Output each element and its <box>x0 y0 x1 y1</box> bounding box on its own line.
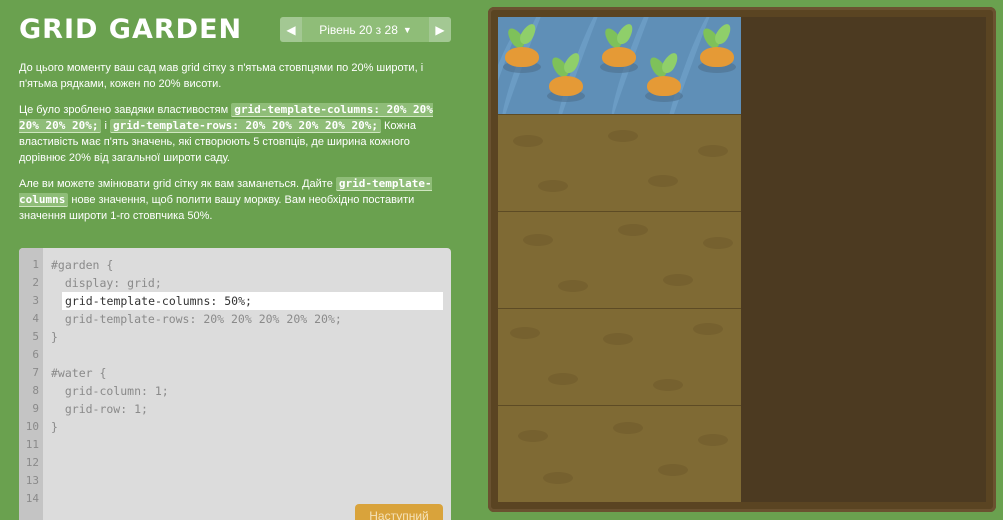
line-number: 6 <box>32 348 39 361</box>
code-snippet-rows: grid-template-rows: 20% 20% 20% 20% 20%; <box>110 119 381 133</box>
line-number: 9 <box>32 402 39 415</box>
code-text: #water { <box>51 366 107 380</box>
line-number: 1 <box>32 258 39 271</box>
editor-line: 13 <box>19 472 451 490</box>
editor-line: 10} <box>19 418 451 436</box>
line-number: 4 <box>32 312 39 325</box>
line-number: 12 <box>25 456 39 469</box>
editor-line: 9 grid-row: 1; <box>19 400 451 418</box>
editor-line: 8 grid-column: 1; <box>19 382 451 400</box>
line-number: 13 <box>25 474 39 487</box>
editor-line: 6 <box>19 346 451 364</box>
instruction-paragraph-2: Це було зроблено завдяки властивостям gr… <box>19 102 449 166</box>
next-level-arrow-icon[interactable]: ▶ <box>429 17 451 42</box>
soil-tile <box>498 405 741 502</box>
editor-line: 12 <box>19 454 451 472</box>
carrot-icon <box>697 21 737 81</box>
level-label: Рівень 20 з 28 <box>319 22 398 37</box>
code-text: display: grid; <box>51 276 162 290</box>
app-title: GRID GARDEN <box>19 14 243 45</box>
editor-line: 2 display: grid; <box>19 274 451 292</box>
editor-line: 4 grid-template-rows: 20% 20% 20% 20% 20… <box>19 310 451 328</box>
caret-down-icon: ▼ <box>402 24 412 35</box>
line-number: 14 <box>25 492 39 505</box>
editor-line: 3 grid-template-columns: 50%; <box>19 292 451 310</box>
instruction-paragraph-3: Але ви можете змінювати grid сітку як ва… <box>19 176 449 224</box>
carrot-icon <box>502 21 542 81</box>
instruction-text: і <box>101 120 111 132</box>
css-editor: 1 #garden { 2 display: grid; 3 grid-template… <box>19 248 451 520</box>
line-number: 5 <box>32 330 39 343</box>
code-text: grid-column: 1; <box>51 384 169 398</box>
code-text: } <box>51 330 58 344</box>
code-text: grid-row: 1; <box>51 402 148 416</box>
garden-frame <box>488 7 996 512</box>
css-input-field[interactable]: grid-template-columns: 50%; <box>62 292 443 310</box>
code-text: grid-template-rows: 20% 20% 20% 20% 20%; <box>51 312 342 326</box>
line-number: 11 <box>25 438 39 451</box>
soil-tile <box>498 308 741 405</box>
line-number: 2 <box>32 276 39 289</box>
soil-tile <box>498 211 741 308</box>
line-number: 8 <box>32 384 39 397</box>
editor-line: 1 #garden { <box>19 256 451 274</box>
instruction-paragraph-1: До цього моменту ваш сад мав grid сітку … <box>19 62 424 90</box>
carrot-icon <box>599 21 639 81</box>
carrot-icon <box>644 50 684 110</box>
editor-line: 5} <box>19 328 451 346</box>
instruction-text: Це було зроблено завдяки властивостям <box>19 104 232 116</box>
line-number: 7 <box>32 366 39 379</box>
line-number: 3 <box>32 294 39 307</box>
level-navigator: ◀ Рівень 20 з 28 ▼ ▶ <box>280 17 451 42</box>
editor-line: 7 #water { <box>19 364 451 382</box>
garden <box>498 17 986 502</box>
instruction-text: Але ви можете змінювати grid сітку як ва… <box>19 178 336 190</box>
level-dropdown[interactable]: Рівень 20 з 28 ▼ <box>302 17 429 42</box>
prev-level-arrow-icon[interactable]: ◀ <box>280 17 302 42</box>
instructions: До цього моменту ваш сад мав grid сітку … <box>19 60 449 234</box>
next-button[interactable]: Наступний <box>355 504 443 520</box>
line-number: 10 <box>25 420 39 433</box>
instruction-text: нове значення, щоб полити вашу моркву. В… <box>19 194 415 222</box>
carrot-icon <box>546 50 586 110</box>
code-text: } <box>51 420 58 434</box>
code-text: #garden { <box>51 258 114 272</box>
editor-line: 11 <box>19 436 451 454</box>
soil-tile <box>498 114 741 211</box>
